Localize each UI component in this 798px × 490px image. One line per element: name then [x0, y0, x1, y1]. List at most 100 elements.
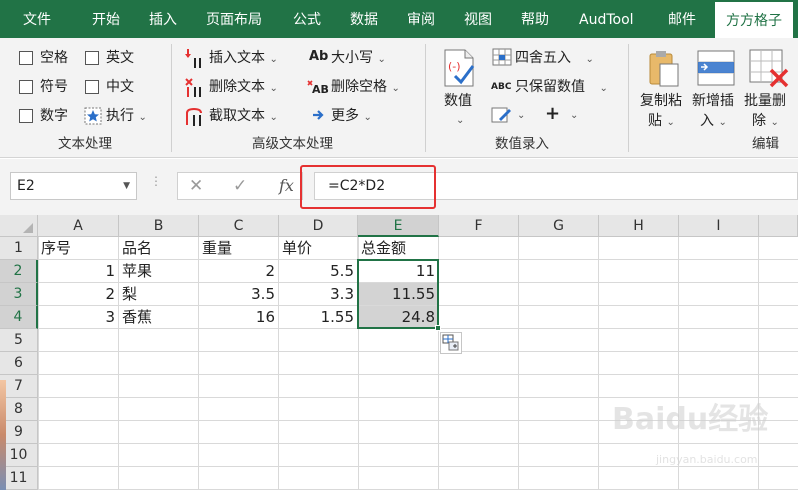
- fill-handle[interactable]: [435, 325, 441, 331]
- copy-paste-button[interactable]: 复制粘 贴 ⌄: [640, 91, 682, 133]
- group-label-text: 文本处理: [58, 136, 112, 152]
- cell-d2[interactable]: 5.5: [279, 260, 358, 283]
- cell-c3[interactable]: 3.5: [199, 283, 279, 306]
- checkbox-number-label: 数字: [40, 108, 68, 124]
- tab-view[interactable]: 视图: [464, 0, 492, 38]
- row-header-3[interactable]: 3: [0, 283, 38, 306]
- excel-window: 文件 开始 插入 页面布局 公式 数据 审阅 视图 帮助 AudTool 邮件 …: [0, 0, 798, 490]
- paste-options-icon: [442, 334, 459, 351]
- execute-button[interactable]: 执行 ⌄: [106, 106, 147, 128]
- cell-d4[interactable]: 1.55: [279, 306, 358, 329]
- chevron-down-icon[interactable]: ▼: [123, 173, 130, 199]
- keep-values-button[interactable]: 只保留数值 ⌄: [515, 77, 608, 99]
- round-button[interactable]: 四舍五入 ⌄: [515, 48, 594, 70]
- confirm-icon[interactable]: ✓: [233, 176, 247, 196]
- more-label: 更多: [331, 108, 359, 124]
- checkbox-symbol[interactable]: [19, 80, 33, 94]
- row-header-6[interactable]: 6: [0, 352, 38, 375]
- watermark-logo: Baidu经验: [612, 402, 769, 437]
- number-icon: (-): [441, 48, 477, 92]
- cell-b3[interactable]: 梨: [119, 283, 199, 306]
- insert-function-button[interactable]: fx: [279, 176, 294, 195]
- column-header-b[interactable]: B: [119, 215, 199, 237]
- group-label-advanced-text: 高级文本处理: [252, 136, 333, 152]
- tab-data[interactable]: 数据: [350, 0, 378, 38]
- cell-c1[interactable]: 重量: [199, 237, 279, 260]
- number-dropdown-icon[interactable]: ⌄: [456, 111, 464, 131]
- column-header-c[interactable]: C: [199, 215, 279, 237]
- number-button[interactable]: 数值: [444, 91, 472, 111]
- tab-formulas[interactable]: 公式: [293, 0, 321, 38]
- row-header-2[interactable]: 2: [0, 260, 38, 283]
- formula-buttons: ✕ ✓ fx: [177, 172, 303, 200]
- tab-mail[interactable]: 邮件: [668, 0, 696, 38]
- ribbon: 空格 英文 符号 中文 数字 执行 ⌄ 文本处理 插入文本 ⌄ 删除文本 ⌄ 截…: [0, 38, 798, 158]
- tab-page-layout[interactable]: 页面布局: [206, 0, 262, 38]
- group-label-number-entry: 数值录入: [495, 136, 549, 152]
- checkbox-number[interactable]: [19, 109, 33, 123]
- delete-text-button[interactable]: 删除文本 ⌄: [209, 77, 278, 99]
- cell-e2[interactable]: 11: [358, 260, 439, 283]
- cell-b1[interactable]: 品名: [119, 237, 199, 260]
- cell-a2[interactable]: 1: [38, 260, 119, 283]
- copy-paste-label-line2: 贴 ⌄: [648, 113, 675, 129]
- tab-audtool[interactable]: AudTool: [579, 0, 634, 38]
- insert-text-button[interactable]: 插入文本 ⌄: [209, 48, 278, 70]
- case-icon: Ab: [309, 49, 329, 64]
- extract-text-button[interactable]: 截取文本 ⌄: [209, 106, 278, 128]
- cell-d3[interactable]: 3.3: [279, 283, 358, 306]
- select-all-button[interactable]: [0, 215, 38, 237]
- checkbox-chinese[interactable]: [85, 80, 99, 94]
- cell-d1[interactable]: 单价: [279, 237, 358, 260]
- column-header-a[interactable]: A: [38, 215, 119, 237]
- cell-c4[interactable]: 16: [199, 306, 279, 329]
- name-box[interactable]: E2 ▼: [10, 172, 137, 200]
- checkbox-english[interactable]: [85, 51, 99, 65]
- more-button[interactable]: 更多 ⌄: [331, 106, 372, 128]
- worksheet-grid: A B C D E F G H I 1 2 3 4 5 6 7 8 9 10 1…: [0, 215, 798, 490]
- delete-spaces-label: 删除空格: [331, 79, 387, 95]
- column-header-h[interactable]: H: [599, 215, 679, 237]
- cell-a1[interactable]: 序号: [38, 237, 119, 260]
- batch-delete-icon: [749, 48, 789, 92]
- cell-e4[interactable]: 24.8: [358, 306, 439, 329]
- tab-help[interactable]: 帮助: [521, 0, 549, 38]
- row-header-5[interactable]: 5: [0, 329, 38, 352]
- cell-e1[interactable]: 总金额: [358, 237, 439, 260]
- copy-paste-label-line1: 复制粘: [640, 93, 682, 109]
- column-header-f[interactable]: F: [439, 215, 519, 237]
- tab-review[interactable]: 审阅: [407, 0, 435, 38]
- column-header-i[interactable]: I: [679, 215, 759, 237]
- tab-home[interactable]: 开始: [92, 0, 120, 38]
- cell-b4[interactable]: 香蕉: [119, 306, 199, 329]
- column-header-j[interactable]: [759, 215, 798, 237]
- case-label: 大小写: [331, 50, 373, 66]
- group-separator: [628, 44, 629, 152]
- cancel-icon[interactable]: ✕: [189, 176, 203, 196]
- batch-delete-button[interactable]: 批量删 除 ⌄: [744, 91, 786, 133]
- quick-analysis-button[interactable]: [440, 332, 462, 354]
- tab-ffcell[interactable]: 方方格子: [715, 2, 793, 38]
- cell-a4[interactable]: 3: [38, 306, 119, 329]
- delete-spaces-button[interactable]: 删除空格 ⌄: [331, 77, 400, 99]
- checkbox-space[interactable]: [19, 51, 33, 65]
- cell-a3[interactable]: 2: [38, 283, 119, 306]
- tab-file[interactable]: 文件: [23, 0, 51, 38]
- plus-dropdown-icon[interactable]: ⌄: [570, 106, 578, 126]
- row-header-1[interactable]: 1: [0, 237, 38, 260]
- add-insert-icon: [697, 50, 735, 90]
- ribbon-tab-bar: 文件 开始 插入 页面布局 公式 数据 审阅 视图 帮助 AudTool 邮件 …: [0, 0, 798, 38]
- case-button[interactable]: 大小写 ⌄: [331, 48, 386, 70]
- row-header-4[interactable]: 4: [0, 306, 38, 329]
- plus-button[interactable]: +: [545, 104, 560, 124]
- column-header-e[interactable]: E: [358, 215, 439, 237]
- column-header-g[interactable]: G: [519, 215, 599, 237]
- edit-cell-dropdown-icon[interactable]: ⌄: [517, 106, 525, 126]
- cell-e3[interactable]: 11.55: [358, 283, 439, 306]
- add-insert-button[interactable]: 新增插 入 ⌄: [692, 91, 734, 133]
- cell-c2[interactable]: 2: [199, 260, 279, 283]
- cell-b2[interactable]: 苹果: [119, 260, 199, 283]
- tab-insert[interactable]: 插入: [149, 0, 177, 38]
- drag-handle-icon[interactable]: ⋮: [150, 175, 162, 187]
- column-header-d[interactable]: D: [279, 215, 358, 237]
